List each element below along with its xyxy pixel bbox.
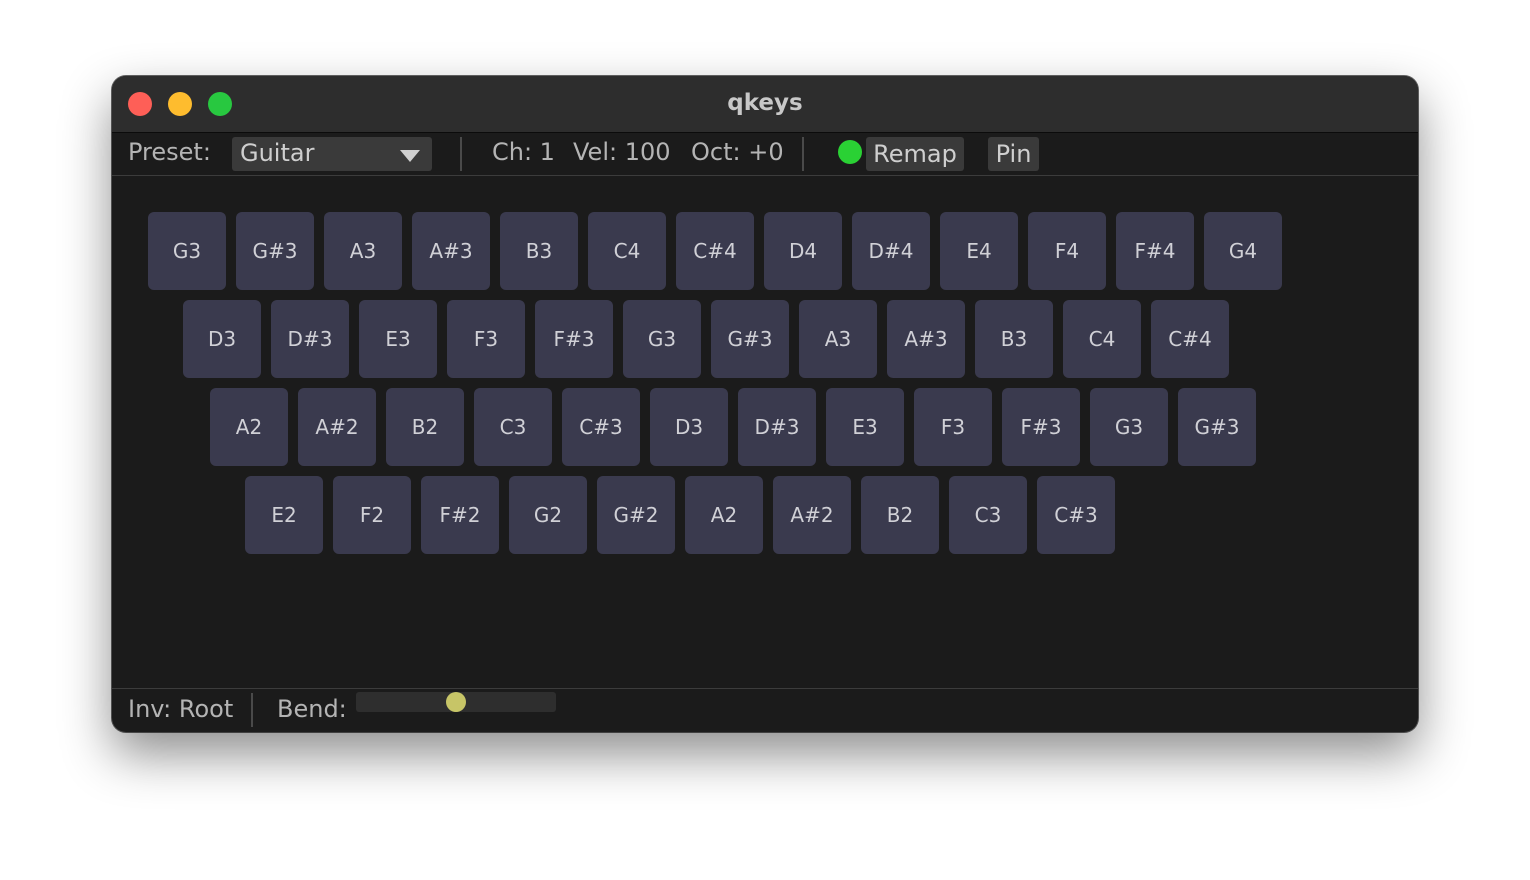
pin-button[interactable]: Pin bbox=[988, 137, 1039, 171]
preset-select[interactable]: Guitar bbox=[232, 137, 432, 171]
note-key[interactable]: C#4 bbox=[1151, 300, 1229, 378]
note-key[interactable]: A3 bbox=[324, 212, 402, 290]
note-key[interactable]: F4 bbox=[1028, 212, 1106, 290]
note-key[interactable]: F#3 bbox=[535, 300, 613, 378]
note-key[interactable]: F#3 bbox=[1002, 388, 1080, 466]
toolbar-divider bbox=[460, 137, 462, 171]
note-key[interactable]: A#2 bbox=[773, 476, 851, 554]
inversion-readout: Inv: Root bbox=[128, 695, 234, 723]
note-key[interactable]: E3 bbox=[359, 300, 437, 378]
note-key[interactable]: C3 bbox=[474, 388, 552, 466]
note-key[interactable]: D#4 bbox=[852, 212, 930, 290]
status-bar: Inv: Root Bend: bbox=[112, 688, 1418, 732]
preset-label: Preset: bbox=[128, 138, 211, 166]
title-bar[interactable]: qkeys bbox=[112, 76, 1418, 133]
octave-readout: Oct: +0 bbox=[691, 138, 784, 166]
note-key[interactable]: G3 bbox=[1090, 388, 1168, 466]
velocity-readout: Vel: 100 bbox=[573, 138, 671, 166]
pitch-bend-handle[interactable] bbox=[446, 692, 466, 712]
bend-label: Bend: bbox=[277, 695, 347, 723]
note-key[interactable]: A#2 bbox=[298, 388, 376, 466]
note-key[interactable]: E2 bbox=[245, 476, 323, 554]
note-key[interactable]: F#2 bbox=[421, 476, 499, 554]
note-key[interactable]: D4 bbox=[764, 212, 842, 290]
note-key[interactable]: F2 bbox=[333, 476, 411, 554]
note-key[interactable]: F3 bbox=[914, 388, 992, 466]
note-key[interactable]: G4 bbox=[1204, 212, 1282, 290]
note-key[interactable]: E4 bbox=[940, 212, 1018, 290]
status-led-icon bbox=[838, 140, 862, 164]
note-key[interactable]: A#3 bbox=[887, 300, 965, 378]
toolbar-divider bbox=[802, 137, 804, 171]
note-key[interactable]: G3 bbox=[623, 300, 701, 378]
chevron-down-icon bbox=[400, 150, 420, 162]
note-key[interactable]: A2 bbox=[210, 388, 288, 466]
note-key[interactable]: A3 bbox=[799, 300, 877, 378]
note-key[interactable]: C#3 bbox=[562, 388, 640, 466]
note-key[interactable]: B2 bbox=[861, 476, 939, 554]
note-key[interactable]: G#3 bbox=[1178, 388, 1256, 466]
app-window: qkeys Preset: Guitar Ch: 1 Vel: 100 Oct:… bbox=[112, 76, 1418, 732]
note-key[interactable]: A#3 bbox=[412, 212, 490, 290]
toolbar: Preset: Guitar Ch: 1 Vel: 100 Oct: +0 Re… bbox=[112, 133, 1418, 176]
note-key[interactable]: F3 bbox=[447, 300, 525, 378]
preset-value: Guitar bbox=[240, 139, 315, 167]
note-key[interactable]: D3 bbox=[183, 300, 261, 378]
note-key[interactable]: G3 bbox=[148, 212, 226, 290]
statusbar-divider bbox=[251, 693, 253, 727]
note-key[interactable]: E3 bbox=[826, 388, 904, 466]
remap-button[interactable]: Remap bbox=[866, 137, 964, 171]
note-key[interactable]: G#3 bbox=[711, 300, 789, 378]
note-key[interactable]: C4 bbox=[588, 212, 666, 290]
window-title: qkeys bbox=[727, 90, 803, 116]
note-key[interactable]: A2 bbox=[685, 476, 763, 554]
note-key[interactable]: G2 bbox=[509, 476, 587, 554]
pitch-bend-slider[interactable] bbox=[356, 692, 556, 712]
note-key[interactable]: B3 bbox=[975, 300, 1053, 378]
note-key[interactable]: B3 bbox=[500, 212, 578, 290]
note-key[interactable]: D#3 bbox=[271, 300, 349, 378]
note-key[interactable]: F#4 bbox=[1116, 212, 1194, 290]
note-key[interactable]: B2 bbox=[386, 388, 464, 466]
note-key[interactable]: D#3 bbox=[738, 388, 816, 466]
note-key[interactable]: G#2 bbox=[597, 476, 675, 554]
note-key[interactable]: C#4 bbox=[676, 212, 754, 290]
note-key[interactable]: G#3 bbox=[236, 212, 314, 290]
note-key[interactable]: D3 bbox=[650, 388, 728, 466]
channel-readout: Ch: 1 bbox=[492, 138, 555, 166]
note-key[interactable]: C3 bbox=[949, 476, 1027, 554]
note-key[interactable]: C#3 bbox=[1037, 476, 1115, 554]
note-key[interactable]: C4 bbox=[1063, 300, 1141, 378]
